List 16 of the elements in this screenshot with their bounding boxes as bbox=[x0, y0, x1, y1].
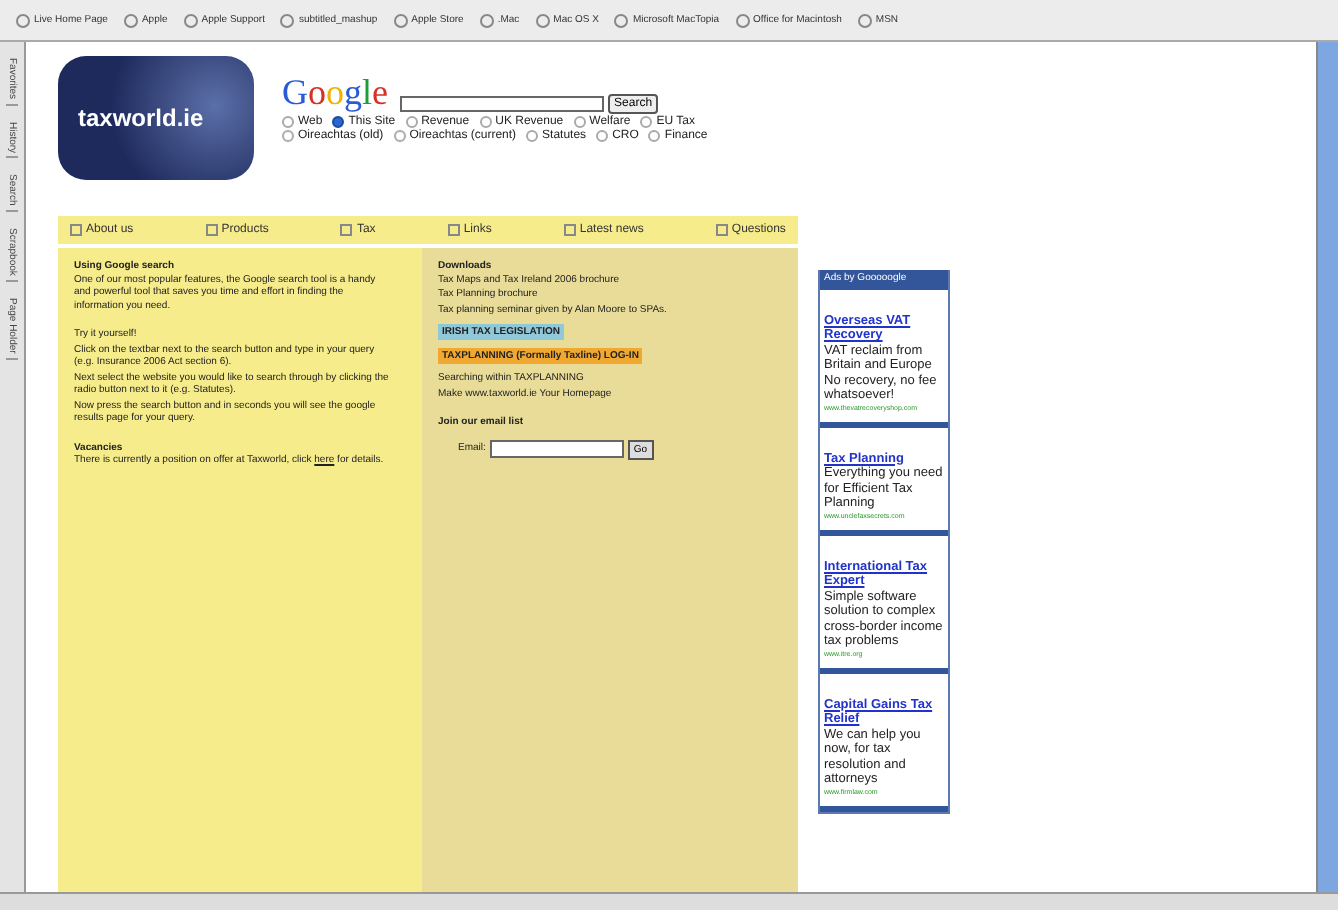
radio-icon[interactable] bbox=[479, 116, 492, 128]
google-logo: Google bbox=[282, 72, 389, 114]
radio-icon[interactable] bbox=[596, 130, 609, 142]
radio-icon[interactable] bbox=[282, 116, 294, 128]
radio-icon[interactable] bbox=[405, 116, 418, 128]
radio-icon[interactable] bbox=[393, 130, 406, 142]
radio-icon[interactable] bbox=[526, 130, 539, 142]
radio-icon[interactable] bbox=[282, 130, 294, 142]
logo: taxworld.ie bbox=[58, 56, 254, 180]
radio-icon[interactable] bbox=[648, 130, 661, 142]
search-field[interactable] bbox=[400, 96, 605, 112]
radio-icon[interactable] bbox=[640, 116, 653, 128]
scrollbar[interactable] bbox=[1316, 42, 1338, 892]
radio-icon[interactable] bbox=[332, 116, 345, 128]
email-field[interactable] bbox=[489, 440, 624, 458]
radio-icon[interactable] bbox=[573, 116, 586, 128]
